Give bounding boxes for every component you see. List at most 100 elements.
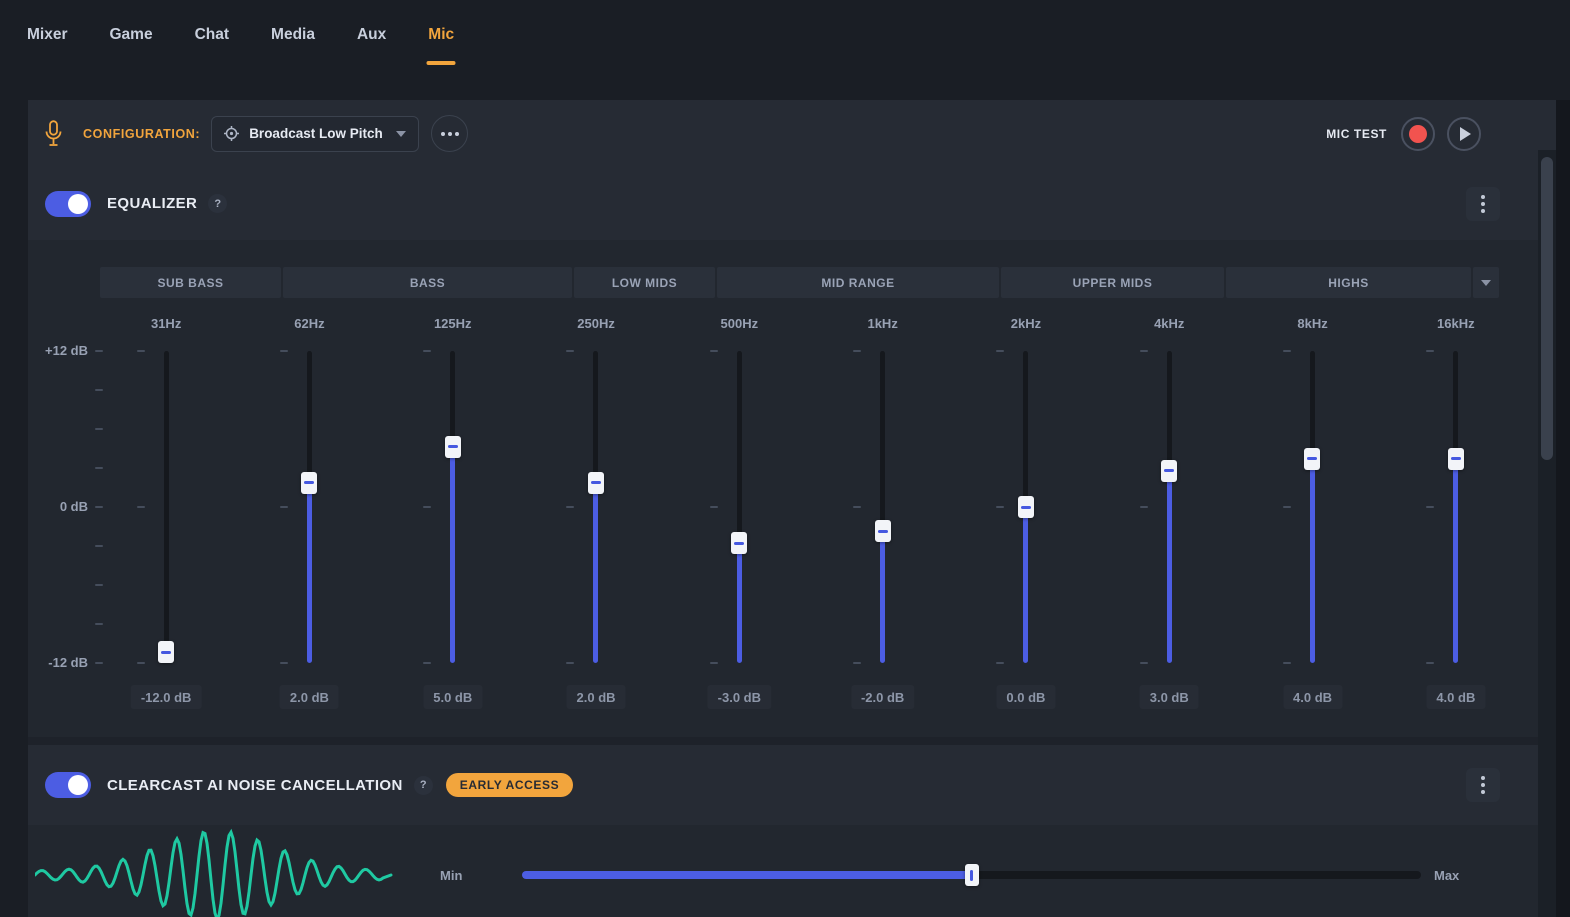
column-tick — [996, 662, 1005, 664]
play-button[interactable] — [1447, 116, 1481, 151]
eq-band-16khz: 16kHz 4.0 dB — [1384, 240, 1527, 737]
clearcast-toggle[interactable] — [45, 772, 91, 798]
eq-slider-handle[interactable] — [1017, 496, 1034, 518]
waveform-graphic — [35, 828, 393, 917]
noise-cancellation-slider[interactable] — [522, 864, 1421, 886]
column-tick — [1426, 506, 1435, 508]
eq-band-8khz: 8kHz 4.0 dB — [1241, 240, 1384, 737]
slider-fill — [522, 871, 972, 879]
eq-value-readout: 4.0 dB — [1426, 685, 1486, 709]
page-edge — [1556, 100, 1570, 917]
axis-label: -12 dB — [48, 655, 88, 670]
column-tick — [136, 506, 145, 508]
eq-slider-handle[interactable] — [158, 641, 174, 663]
eq-band-4khz: 4kHz 3.0 dB — [1098, 240, 1241, 737]
frequency-label: 2kHz — [1010, 316, 1042, 331]
eq-value-readout: 5.0 dB — [423, 685, 483, 709]
clearcast-help-button[interactable]: ? — [413, 775, 433, 795]
max-label: Max — [1434, 868, 1460, 883]
clearcast-section: CLEARCAST AI NOISE CANCELLATION ? EARLY … — [28, 745, 1538, 917]
section-divider — [28, 737, 1538, 745]
eq-slider-handle[interactable] — [1161, 459, 1178, 482]
eq-slider-handle[interactable] — [1447, 447, 1464, 470]
tab-mixer[interactable]: Mixer — [27, 0, 68, 70]
column-tick — [136, 662, 145, 664]
axis-label: 0 dB — [59, 499, 88, 514]
early-access-badge: EARLY ACCESS — [445, 773, 574, 797]
column-tick — [566, 350, 575, 352]
slider-handle[interactable] — [964, 864, 979, 886]
column-tick — [1426, 662, 1435, 664]
main-card: CONFIGURATION: Broadcast Low Pitch MIC T… — [28, 100, 1556, 917]
tab-bar: Mixer Game Chat Media Aux Mic — [27, 0, 454, 70]
equalizer-help-button[interactable]: ? — [208, 194, 228, 213]
column-tick — [709, 662, 718, 664]
scrollbar-track[interactable] — [1538, 150, 1556, 917]
column-tick — [423, 350, 432, 352]
eq-slider-handle[interactable] — [587, 471, 604, 494]
clearcast-menu-button[interactable] — [1466, 768, 1500, 802]
microphone-icon — [45, 119, 62, 146]
column-tick — [566, 506, 575, 508]
preset-icon — [224, 126, 240, 141]
chevron-down-icon — [396, 130, 407, 137]
record-button[interactable] — [1401, 116, 1435, 151]
column-tick — [1282, 662, 1291, 664]
column-tick — [279, 506, 288, 508]
frequency-label: 62Hz — [294, 316, 325, 331]
settings-scroll-area: EQUALIZER ? SUB BASS BASS LOW MIDS MID RANG… — [28, 167, 1538, 917]
configuration-row: CONFIGURATION: Broadcast Low Pitch MIC T… — [28, 100, 1556, 167]
eq-slider-fill — [306, 482, 312, 663]
frequency-label: 4kHz — [1154, 316, 1185, 331]
tab-chat[interactable]: Chat — [195, 0, 229, 70]
column-tick — [853, 662, 861, 664]
eq-value-readout: 2.0 dB — [566, 685, 626, 709]
eq-band-125hz: 125Hz 5.0 dB — [381, 240, 524, 737]
eq-slider-handle[interactable] — [444, 435, 461, 458]
eq-slider-handle[interactable] — [301, 471, 318, 494]
column-tick — [566, 662, 575, 664]
column-tick — [1426, 350, 1435, 352]
scrollbar-thumb[interactable] — [1541, 157, 1553, 460]
clearcast-body: Min Max — [28, 825, 1538, 917]
column-tick — [853, 506, 861, 508]
record-icon — [1409, 124, 1427, 143]
equalizer-toggle[interactable] — [45, 190, 91, 217]
equalizer-menu-button[interactable] — [1466, 186, 1500, 221]
eq-slider-fill — [736, 543, 742, 663]
column-tick — [279, 350, 288, 352]
tab-aux[interactable]: Aux — [357, 0, 386, 70]
eq-slider-fill — [593, 482, 599, 663]
eq-panel: SUB BASS BASS LOW MIDS MID RANGE UPPER MIDS H… — [28, 240, 1538, 737]
eq-slider-track[interactable] — [163, 351, 169, 663]
eq-band-62hz: 62Hz 2.0 dB — [238, 240, 381, 737]
equalizer-title: EQUALIZER — [107, 195, 198, 212]
eq-value-readout: 3.0 dB — [1139, 685, 1199, 709]
column-tick — [996, 506, 1005, 508]
preset-dropdown[interactable]: Broadcast Low Pitch — [211, 115, 420, 152]
tab-game[interactable]: Game — [110, 0, 153, 70]
clearcast-header: CLEARCAST AI NOISE CANCELLATION ? EARLY … — [28, 745, 1538, 825]
config-more-button[interactable] — [431, 115, 469, 152]
column-tick — [136, 350, 145, 352]
axis-label: +12 dB — [45, 343, 88, 358]
tab-media[interactable]: Media — [271, 0, 315, 70]
eq-band-500hz: 500Hz -3.0 dB — [668, 240, 811, 737]
frequency-label: 500Hz — [720, 316, 759, 331]
column-tick — [1139, 506, 1148, 508]
eq-band-250hz: 250Hz 2.0 dB — [524, 240, 667, 737]
eq-slider-fill — [1453, 458, 1459, 663]
column-tick — [423, 662, 432, 664]
preset-value: Broadcast Low Pitch — [249, 126, 383, 141]
equalizer-section: EQUALIZER ? SUB BASS BASS LOW MIDS MID RANG… — [28, 167, 1538, 737]
mic-test-group: MIC TEST — [1326, 116, 1481, 151]
tab-mic[interactable]: Mic — [428, 0, 454, 70]
column-tick — [279, 662, 288, 664]
eq-value-readout: -3.0 dB — [707, 685, 771, 709]
clearcast-title: CLEARCAST AI NOISE CANCELLATION — [107, 776, 403, 794]
eq-slider-handle[interactable] — [731, 532, 748, 555]
frequency-label: 31Hz — [150, 316, 182, 331]
column-tick — [1282, 350, 1291, 352]
eq-slider-handle[interactable] — [874, 520, 891, 543]
eq-slider-handle[interactable] — [1304, 447, 1321, 470]
